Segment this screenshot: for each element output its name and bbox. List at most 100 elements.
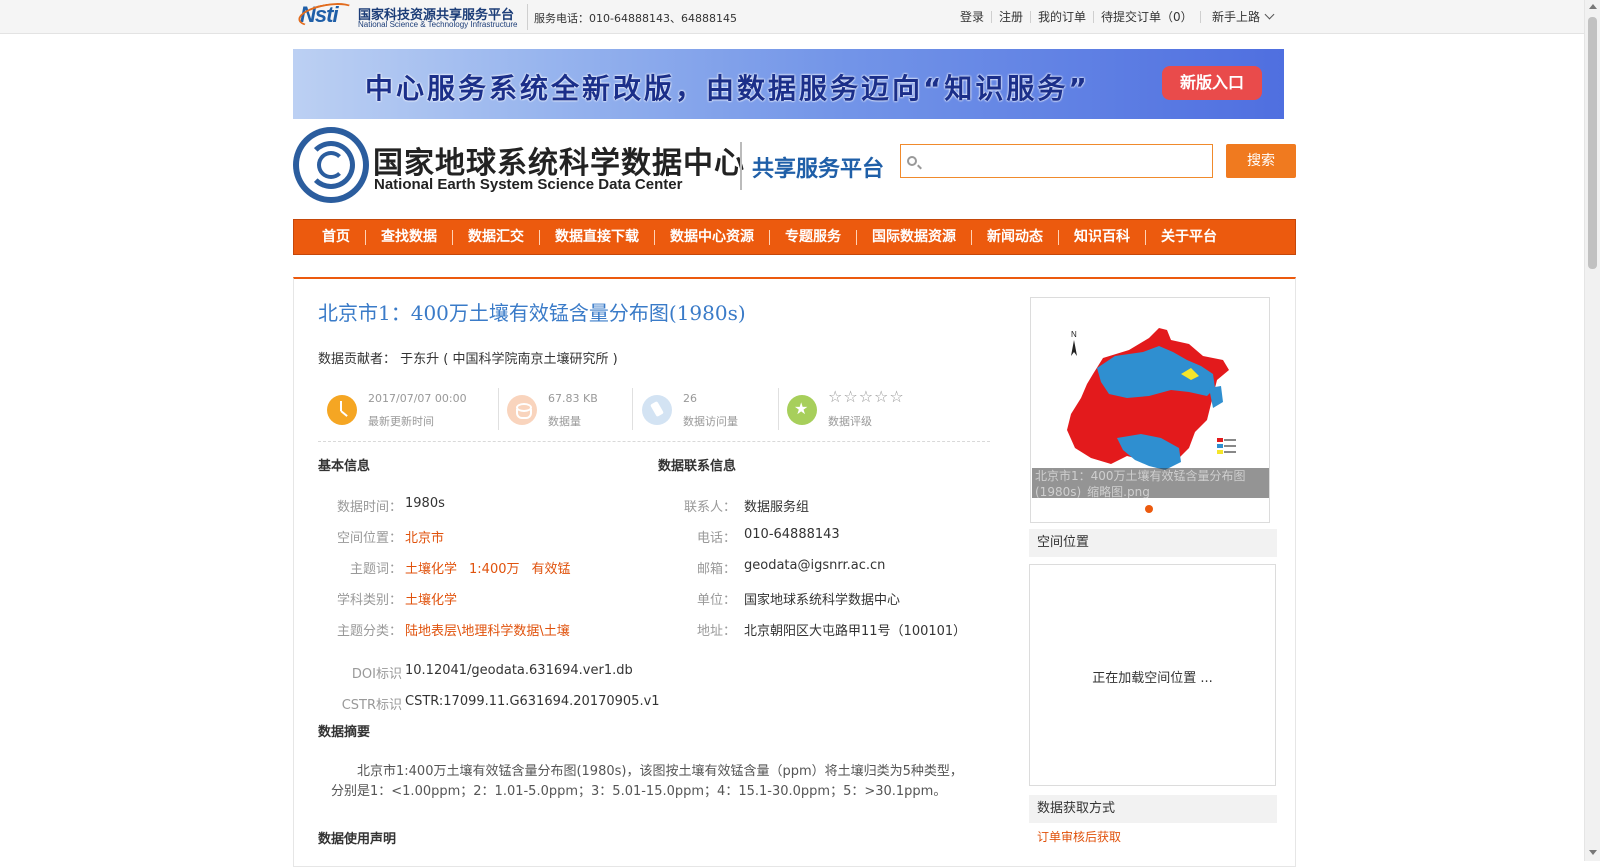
dataset-stats: 2017/07/07 00:00 最新更新时间 67.83 KB 数据量 26 … bbox=[318, 384, 990, 442]
contributor: 数据贡献者： 于东升 ( 中国科学院南京土壤研究所 ) bbox=[318, 348, 618, 367]
space-location-map[interactable]: 正在加载空间位置 ... bbox=[1029, 564, 1276, 786]
register-link[interactable]: 注册 bbox=[992, 11, 1032, 23]
stat-label: 数据评级 bbox=[828, 415, 872, 428]
stat-value: 67.83 KB bbox=[548, 392, 598, 405]
search-input[interactable] bbox=[923, 147, 1208, 175]
keyword-tag[interactable]: 有效锰 bbox=[531, 562, 570, 577]
stat-value: 26 bbox=[683, 392, 697, 405]
category-label: 主题分类： bbox=[336, 624, 402, 639]
carousel-dot[interactable] bbox=[1145, 505, 1153, 513]
map-zone-blue bbox=[1209, 386, 1223, 408]
email-label: 邮箱： bbox=[696, 562, 736, 577]
thumbnail-carousel[interactable]: N 北京市1：400万土壤有效锰含量分布图(1980s)_缩略图.png bbox=[1030, 297, 1270, 523]
header-divider bbox=[740, 142, 742, 190]
stat-visits: 26 数据访问量 bbox=[633, 384, 778, 434]
center-title-en: National Earth System Science Data Cente… bbox=[374, 176, 683, 193]
contact-info-title: 数据联系信息 bbox=[658, 459, 737, 474]
keywords-list: 土壤化学 1:400万 有效锰 bbox=[405, 558, 583, 577]
space-link[interactable]: 北京市 bbox=[405, 527, 444, 546]
contact-person-label: 联系人： bbox=[683, 500, 736, 515]
space-location-title: 空间位置 bbox=[1029, 529, 1277, 557]
data-center-seal-logo[interactable] bbox=[293, 127, 369, 203]
stat-data-size: 67.83 KB 数据量 bbox=[498, 384, 633, 434]
stat-label: 最新更新时间 bbox=[368, 415, 434, 428]
nav-item-topic-services[interactable]: 专题服务 bbox=[770, 229, 857, 245]
stat-rating: ☆☆☆☆☆ 数据评级 bbox=[778, 384, 978, 434]
nsti-logo-en: National Science & Technology Infrastruc… bbox=[358, 20, 518, 29]
phone-value: 010-64888143 bbox=[744, 527, 840, 542]
platform-title: 共享服务平台 bbox=[752, 157, 885, 182]
data-time-label: 数据时间： bbox=[336, 500, 402, 515]
nav-item-data-submission[interactable]: 数据汇交 bbox=[453, 229, 540, 245]
nsti-logo[interactable]: Nsti 国家科技资源共享服务平台 National Science & Tec… bbox=[296, 0, 522, 31]
data-time-value: 1980s bbox=[405, 496, 445, 511]
address-label: 地址： bbox=[696, 624, 736, 639]
access-method-title: 数据获取方式 bbox=[1029, 795, 1277, 823]
stat-label: 数据量 bbox=[548, 415, 581, 428]
usage-statement-title: 数据使用声明 bbox=[318, 832, 397, 847]
space-label: 空间位置： bbox=[336, 531, 402, 546]
chevron-down-icon bbox=[1264, 9, 1275, 20]
new-version-button[interactable]: 新版入口 bbox=[1162, 66, 1262, 100]
scroll-down-arrow-icon[interactable] bbox=[1589, 850, 1597, 855]
email-value[interactable]: geodata@igsnrr.ac.cn bbox=[744, 558, 885, 573]
beginner-guide-label: 新手上路 bbox=[1212, 10, 1261, 24]
divider bbox=[527, 4, 528, 30]
phone-label: 电话： bbox=[696, 531, 736, 546]
abstract-title: 数据摘要 bbox=[318, 725, 371, 740]
doi-label: DOI标识 bbox=[351, 667, 402, 682]
cstr-label: CSTR标识 bbox=[341, 698, 402, 713]
nav-item-about[interactable]: 关于平台 bbox=[1146, 229, 1232, 245]
search-box bbox=[900, 144, 1213, 178]
discipline-label: 学科类别： bbox=[336, 593, 402, 608]
nav-item-home[interactable]: 首页 bbox=[294, 229, 366, 245]
login-link[interactable]: 登录 bbox=[960, 11, 993, 23]
map-legend bbox=[1217, 438, 1236, 454]
rating-stars[interactable]: ☆☆☆☆☆ bbox=[828, 387, 905, 406]
thumbnail-caption: 北京市1：400万土壤有效锰含量分布图(1980s)_缩略图.png bbox=[1032, 468, 1269, 498]
visit-icon bbox=[642, 395, 672, 425]
banner-text: 中心服务系统全新改版，由数据服务迈向“知识服务” bbox=[365, 72, 1090, 105]
space-loading-text: 正在加载空间位置 ... bbox=[1092, 671, 1213, 686]
page-scrollbar[interactable] bbox=[1584, 0, 1600, 861]
scroll-thumb[interactable] bbox=[1588, 17, 1597, 269]
contributor-value: 于东升 ( 中国科学院南京土壤研究所 ) bbox=[400, 352, 618, 367]
scroll-up-arrow-icon[interactable] bbox=[1589, 4, 1597, 9]
clock-icon bbox=[327, 395, 357, 425]
nav-item-knowledge[interactable]: 知识百科 bbox=[1059, 229, 1146, 245]
main-nav: 首页 查找数据 数据汇交 数据直接下载 数据中心资源 专题服务 国际数据资源 新… bbox=[293, 219, 1296, 255]
beginner-guide-dropdown[interactable]: 新手上路 bbox=[1212, 8, 1275, 25]
access-method-value[interactable]: 订单审核后获取 bbox=[1037, 828, 1121, 845]
pending-orders-link[interactable]: 待提交订单（0） bbox=[1094, 11, 1201, 23]
nav-item-center-resources[interactable]: 数据中心资源 bbox=[655, 229, 770, 245]
keywords-label: 主题词： bbox=[349, 562, 402, 577]
cstr-value[interactable]: CSTR:17099.11.G631694.20170905.v1 bbox=[405, 694, 660, 709]
nav-item-news[interactable]: 新闻动态 bbox=[972, 229, 1059, 245]
nav-item-direct-download[interactable]: 数据直接下载 bbox=[540, 229, 655, 245]
north-arrow: N bbox=[1071, 330, 1077, 356]
category-link[interactable]: 陆地表层\地理科学数据\土壤 bbox=[405, 620, 570, 639]
svg-text:N: N bbox=[1071, 330, 1077, 339]
dataset-title: 北京市1：400万土壤有效锰含量分布图(1980s) bbox=[318, 301, 746, 325]
nav-item-find-data[interactable]: 查找数据 bbox=[366, 229, 453, 245]
nsti-logo-mark: Nsti bbox=[296, 0, 358, 31]
stat-label: 数据访问量 bbox=[683, 415, 738, 428]
star-icon bbox=[787, 395, 817, 425]
discipline-link[interactable]: 土壤化学 bbox=[405, 589, 457, 608]
doi-value[interactable]: 10.12041/geodata.631694.ver1.db bbox=[405, 663, 633, 678]
address-value: 北京朝阳区大屯路甲11号（100101） bbox=[744, 624, 967, 639]
org-value: 国家地球系统科学数据中心 bbox=[744, 593, 901, 608]
abstract-text: 北京市1:400万土壤有效锰含量分布图(1980s)，该图按土壤有效锰含量（pp… bbox=[331, 764, 963, 799]
keyword-tag[interactable]: 土壤化学 bbox=[405, 562, 457, 577]
top-bar: Nsti 国家科技资源共享服务平台 National Science & Tec… bbox=[0, 0, 1584, 34]
search-icon bbox=[907, 156, 917, 166]
search-button[interactable]: 搜索 bbox=[1226, 144, 1296, 178]
org-label: 单位： bbox=[696, 593, 736, 608]
contributor-label: 数据贡献者： bbox=[318, 352, 397, 367]
basic-info-title: 基本信息 bbox=[318, 459, 371, 474]
keyword-tag[interactable]: 1:400万 bbox=[469, 562, 519, 577]
announcement-banner[interactable]: 中心服务系统全新改版，由数据服务迈向“知识服务” 新版入口 bbox=[293, 49, 1284, 119]
top-links: 登录 注册 我的订单 待提交订单（0） bbox=[960, 10, 1201, 24]
my-orders-link[interactable]: 我的订单 bbox=[1031, 11, 1095, 23]
nav-item-international-resources[interactable]: 国际数据资源 bbox=[857, 229, 972, 245]
